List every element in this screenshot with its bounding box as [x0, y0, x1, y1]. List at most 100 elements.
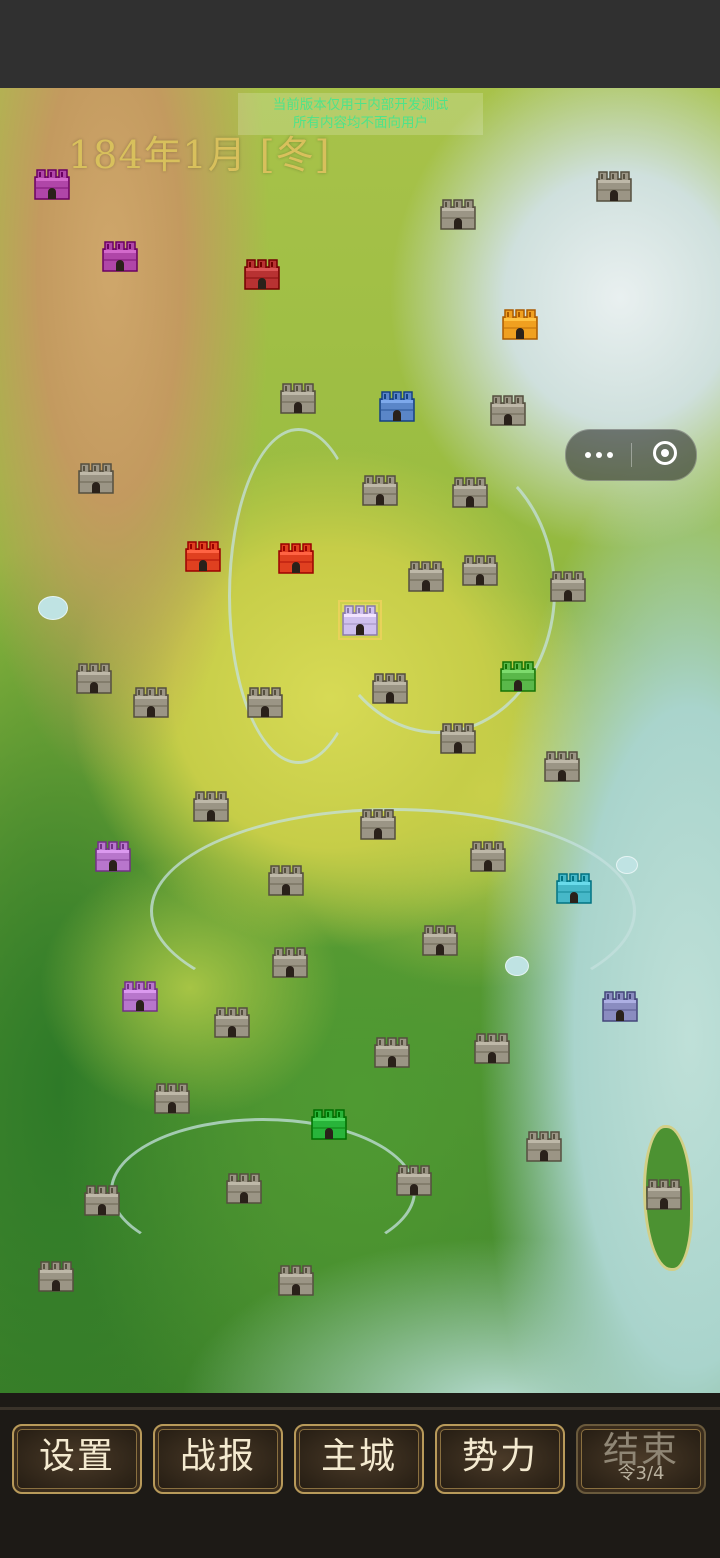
city-marker-15[interactable]: [408, 560, 444, 592]
city-marker-22[interactable]: [372, 672, 408, 704]
forces-button-label: 势力: [461, 1436, 538, 1477]
settings-button[interactable]: 设置: [12, 1424, 142, 1494]
castle-icon: [38, 1261, 74, 1292]
castle-icon: [408, 561, 444, 592]
city-marker-29[interactable]: [470, 840, 506, 872]
castle-icon: [646, 1179, 682, 1210]
city-marker-38[interactable]: [474, 1032, 510, 1064]
castle-icon: [95, 841, 131, 872]
city-marker-43[interactable]: [226, 1172, 262, 1204]
city-marker-7[interactable]: [280, 382, 316, 414]
end-turn-button[interactable]: 结束 令3/4: [576, 1424, 706, 1494]
castle-icon: [226, 1173, 262, 1204]
city-marker-4[interactable]: [102, 240, 138, 272]
city-marker-17[interactable]: [550, 570, 586, 602]
city-marker-46[interactable]: [38, 1260, 74, 1292]
city-marker-28[interactable]: [95, 840, 131, 872]
city-marker-8[interactable]: [379, 390, 415, 422]
city-marker-42[interactable]: [396, 1164, 432, 1196]
castle-icon: [154, 1083, 190, 1114]
city-marker-30[interactable]: [268, 864, 304, 896]
dev-notice: 当前版本仅用于内部开发测试 所有内容均不面向用户: [238, 93, 483, 135]
castle-icon: [550, 571, 586, 602]
castle-icon: [76, 663, 112, 694]
command-count: 令3/4: [617, 1463, 665, 1484]
toolbar-rail: [0, 1407, 720, 1410]
city-marker-11[interactable]: [362, 474, 398, 506]
city-marker-24[interactable]: [440, 722, 476, 754]
target-circle-icon[interactable]: [653, 441, 677, 465]
city-marker-13[interactable]: [185, 540, 221, 572]
castle-icon: [379, 391, 415, 422]
castle-icon: [311, 1109, 347, 1140]
castle-icon: [556, 873, 592, 904]
battle-report-button[interactable]: 战报: [153, 1424, 283, 1494]
castle-icon: [500, 661, 536, 692]
city-marker-25[interactable]: [544, 750, 580, 782]
main-city-button-label: 主城: [320, 1436, 397, 1477]
castle-icon: [440, 199, 476, 230]
castle-icon: [102, 241, 138, 272]
castle-icon: [362, 475, 398, 506]
castle-icon: [278, 1265, 314, 1296]
castle-icon: [185, 541, 221, 572]
city-marker-36[interactable]: [214, 1006, 250, 1038]
city-marker-45[interactable]: [646, 1178, 682, 1210]
castle-icon: [84, 1185, 120, 1216]
city-marker-3[interactable]: [596, 170, 632, 202]
castle-icon: [360, 809, 396, 840]
main-city-button[interactable]: 主城: [294, 1424, 424, 1494]
city-marker-40[interactable]: [311, 1108, 347, 1140]
city-marker-18[interactable]: [338, 600, 382, 640]
city-marker-9[interactable]: [490, 394, 526, 426]
city-marker-12[interactable]: [452, 476, 488, 508]
city-marker-35[interactable]: [602, 990, 638, 1022]
top-status-bar: [0, 0, 720, 88]
city-marker-33[interactable]: [272, 946, 308, 978]
city-marker-23[interactable]: [500, 660, 536, 692]
castle-icon: [470, 841, 506, 872]
castle-icon: [133, 687, 169, 718]
lake: [505, 956, 529, 976]
castle-icon: [342, 605, 378, 636]
castle-icon: [440, 723, 476, 754]
city-marker-39[interactable]: [154, 1082, 190, 1114]
castle-icon: [244, 259, 280, 290]
castle-icon: [526, 1131, 562, 1162]
lake: [38, 596, 68, 620]
city-marker-41[interactable]: [526, 1130, 562, 1162]
castle-icon: [474, 1033, 510, 1064]
more-dots-icon[interactable]: [581, 442, 617, 468]
city-marker-5[interactable]: [244, 258, 280, 290]
settings-button-label: 设置: [38, 1436, 115, 1477]
city-marker-37[interactable]: [374, 1036, 410, 1068]
castle-icon: [278, 543, 314, 574]
city-marker-34[interactable]: [122, 980, 158, 1012]
castle-icon: [247, 687, 283, 718]
world-map[interactable]: [0, 88, 720, 1393]
forces-button[interactable]: 势力: [435, 1424, 565, 1494]
city-marker-32[interactable]: [422, 924, 458, 956]
city-marker-1[interactable]: [34, 168, 70, 200]
castle-icon: [396, 1165, 432, 1196]
city-marker-16[interactable]: [462, 554, 498, 586]
city-marker-20[interactable]: [133, 686, 169, 718]
city-marker-26[interactable]: [193, 790, 229, 822]
castle-icon: [596, 171, 632, 202]
castle-icon: [272, 947, 308, 978]
city-marker-19[interactable]: [76, 662, 112, 694]
castle-icon: [193, 791, 229, 822]
city-marker-10[interactable]: [78, 462, 114, 494]
city-marker-21[interactable]: [247, 686, 283, 718]
city-marker-6[interactable]: [502, 308, 538, 340]
city-marker-2[interactable]: [440, 198, 476, 230]
city-marker-27[interactable]: [360, 808, 396, 840]
city-marker-31[interactable]: [556, 872, 592, 904]
city-marker-44[interactable]: [84, 1184, 120, 1216]
lake: [616, 856, 638, 874]
southern-river: [110, 1118, 416, 1264]
castle-icon: [372, 673, 408, 704]
dev-notice-line2: 所有内容均不面向用户: [293, 115, 428, 131]
city-marker-14[interactable]: [278, 542, 314, 574]
city-marker-47[interactable]: [278, 1264, 314, 1296]
